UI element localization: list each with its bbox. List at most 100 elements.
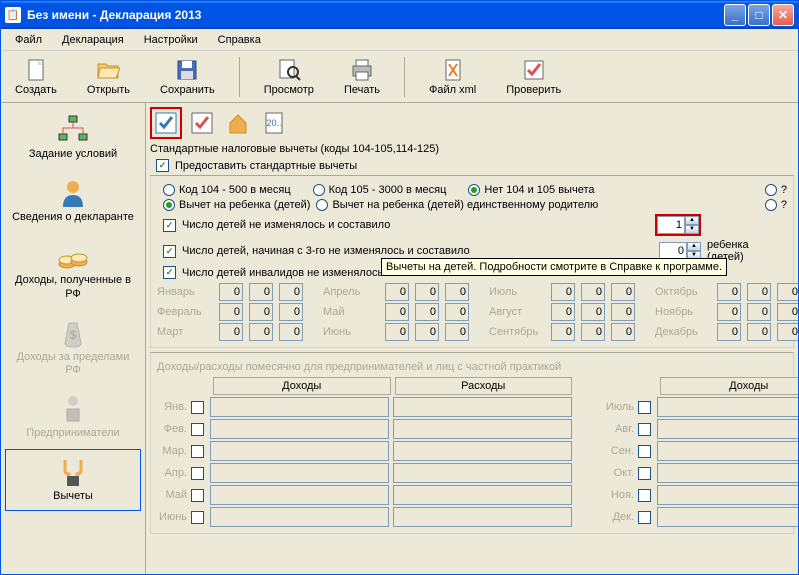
oct-input-2[interactable] — [747, 283, 771, 301]
children-disabled-checkbox[interactable]: ✓ — [163, 266, 176, 279]
code104-radio[interactable] — [163, 184, 175, 196]
exp-aug-income[interactable] — [657, 419, 798, 439]
exp-nov-check[interactable] — [638, 489, 651, 502]
toolbar-check[interactable]: Проверить — [500, 56, 567, 98]
provide-standard-checkbox[interactable]: ✓ — [156, 159, 169, 172]
tab-other-deductions[interactable]: 20.. — [258, 107, 290, 139]
sidebar-item-declarant[interactable]: Сведения о декларанте — [5, 170, 141, 231]
exp-dec-income[interactable] — [657, 507, 798, 527]
sidebar-item-entrepreneurs[interactable]: Предприниматели — [5, 386, 141, 447]
jul-input-3[interactable] — [611, 283, 635, 301]
exp-jan-income[interactable] — [210, 397, 389, 417]
children-count-spinner[interactable]: ▲▼ — [655, 214, 701, 236]
jan-input-2[interactable] — [249, 283, 273, 301]
tab-social-deductions[interactable] — [186, 107, 218, 139]
children-not-changed-checkbox[interactable]: ✓ — [163, 219, 176, 232]
sep-input-3[interactable] — [611, 323, 635, 341]
exp-feb-check[interactable] — [191, 423, 204, 436]
spin-up[interactable]: ▲ — [687, 242, 701, 251]
feb-input-2[interactable] — [249, 303, 273, 321]
child-deduction-radio[interactable] — [163, 199, 175, 211]
exp-jan-expense[interactable] — [393, 397, 572, 417]
may-input-2[interactable] — [415, 303, 439, 321]
toolbar-print[interactable]: Печать — [338, 56, 386, 98]
aug-input-1[interactable] — [551, 303, 575, 321]
exp-may-expense[interactable] — [393, 485, 572, 505]
exp-nov-income[interactable] — [657, 485, 798, 505]
oct-input-1[interactable] — [717, 283, 741, 301]
exp-mar-check[interactable] — [191, 445, 204, 458]
sep-input-1[interactable] — [551, 323, 575, 341]
aug-input-2[interactable] — [581, 303, 605, 321]
may-input-3[interactable] — [445, 303, 469, 321]
exp-jul-check[interactable] — [638, 401, 651, 414]
exp-feb-income[interactable] — [210, 419, 389, 439]
exp-oct-income[interactable] — [657, 463, 798, 483]
apr-input-3[interactable] — [445, 283, 469, 301]
jan-input-1[interactable] — [219, 283, 243, 301]
spin-up[interactable]: ▲ — [685, 216, 699, 225]
exp-aug-check[interactable] — [638, 423, 651, 436]
children-from3-checkbox[interactable]: ✓ — [163, 245, 176, 258]
aug-input-3[interactable] — [611, 303, 635, 321]
menu-file[interactable]: Файл — [7, 32, 50, 48]
jun-input-3[interactable] — [445, 323, 469, 341]
menu-declaration[interactable]: Декларация — [54, 32, 132, 48]
sidebar-item-income-rf[interactable]: Доходы, полученные в РФ — [5, 233, 141, 307]
exp-sep-income[interactable] — [657, 441, 798, 461]
nov-input-3[interactable] — [777, 303, 798, 321]
dec-input-1[interactable] — [717, 323, 741, 341]
exp-sep-check[interactable] — [638, 445, 651, 458]
maximize-button[interactable]: □ — [748, 4, 770, 26]
minimize-button[interactable]: _ — [724, 4, 746, 26]
sep-input-2[interactable] — [581, 323, 605, 341]
exp-may-check[interactable] — [191, 489, 204, 502]
oct-input-3[interactable] — [777, 283, 798, 301]
exp-feb-expense[interactable] — [393, 419, 572, 439]
help-radio-1[interactable] — [765, 184, 777, 196]
toolbar-save[interactable]: Сохранить — [154, 56, 221, 98]
exp-dec-check[interactable] — [638, 511, 651, 524]
tab-property-deductions[interactable] — [222, 107, 254, 139]
spin-down[interactable]: ▼ — [685, 225, 699, 234]
apr-input-1[interactable] — [385, 283, 409, 301]
toolbar-create[interactable]: Создать — [9, 56, 63, 98]
feb-input-3[interactable] — [279, 303, 303, 321]
mar-input-1[interactable] — [219, 323, 243, 341]
may-input-1[interactable] — [385, 303, 409, 321]
dec-input-3[interactable] — [777, 323, 798, 341]
toolbar-xml[interactable]: Файл xml — [423, 56, 482, 98]
exp-oct-check[interactable] — [638, 467, 651, 480]
nov-input-2[interactable] — [747, 303, 771, 321]
exp-jan-check[interactable] — [191, 401, 204, 414]
sidebar-item-deductions[interactable]: Вычеты — [5, 449, 141, 510]
apr-input-2[interactable] — [415, 283, 439, 301]
jun-input-1[interactable] — [385, 323, 409, 341]
exp-jun-check[interactable] — [191, 511, 204, 524]
exp-may-income[interactable] — [210, 485, 389, 505]
jul-input-1[interactable] — [551, 283, 575, 301]
exp-mar-expense[interactable] — [393, 441, 572, 461]
sidebar-item-conditions[interactable]: Задание условий — [5, 107, 141, 168]
close-button[interactable]: ✕ — [772, 4, 794, 26]
nov-input-1[interactable] — [717, 303, 741, 321]
sidebar-item-income-abroad[interactable]: $ Доходы за пределами РФ — [5, 310, 141, 384]
feb-input-1[interactable] — [219, 303, 243, 321]
jul-input-2[interactable] — [581, 283, 605, 301]
exp-apr-check[interactable] — [191, 467, 204, 480]
children-count-input[interactable] — [657, 216, 685, 234]
tab-standard-deductions[interactable] — [150, 107, 182, 139]
dec-input-2[interactable] — [747, 323, 771, 341]
mar-input-2[interactable] — [249, 323, 273, 341]
jan-input-3[interactable] — [279, 283, 303, 301]
exp-jun-income[interactable] — [210, 507, 389, 527]
toolbar-preview[interactable]: Просмотр — [258, 56, 320, 98]
toolbar-open[interactable]: Открыть — [81, 56, 136, 98]
exp-jun-expense[interactable] — [393, 507, 572, 527]
exp-apr-income[interactable] — [210, 463, 389, 483]
exp-apr-expense[interactable] — [393, 463, 572, 483]
menu-settings[interactable]: Настройки — [136, 32, 206, 48]
help-radio-2[interactable] — [765, 199, 777, 211]
jun-input-2[interactable] — [415, 323, 439, 341]
no104105-radio[interactable] — [468, 184, 480, 196]
